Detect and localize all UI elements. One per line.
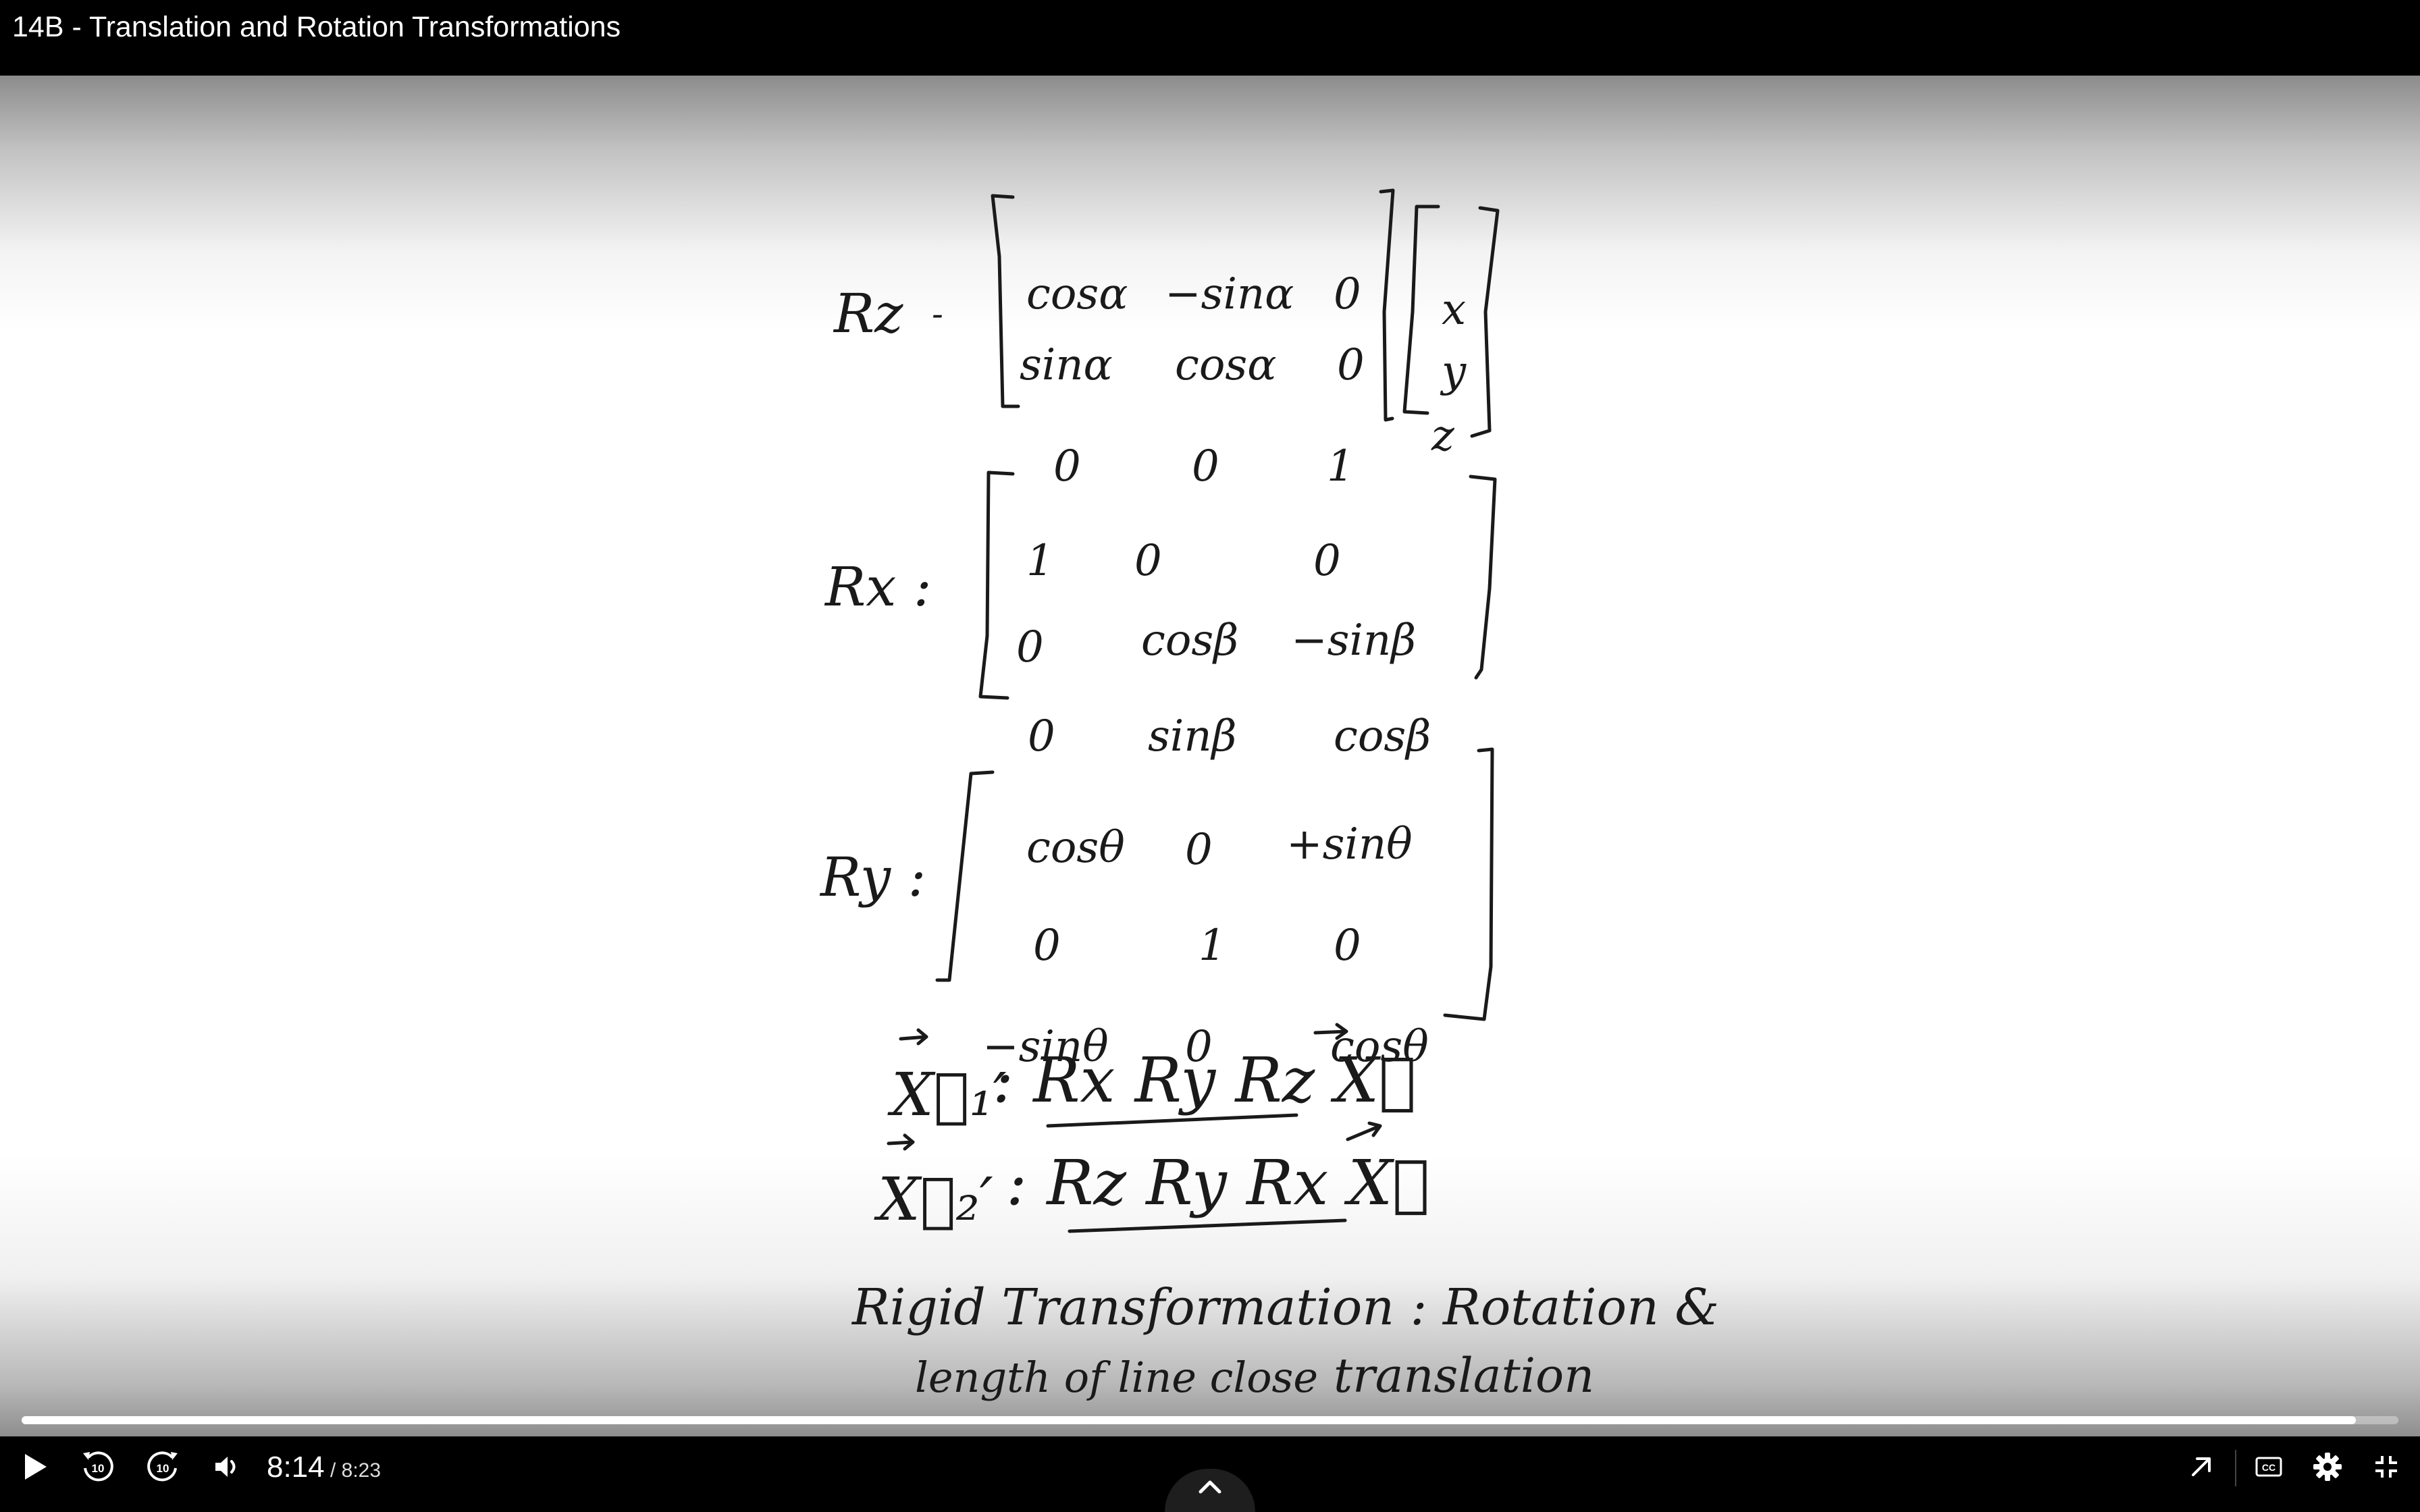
control-divider: [2235, 1450, 2236, 1486]
captions-button[interactable]: CC: [2242, 1436, 2296, 1497]
ry-left-bracket: [935, 770, 995, 982]
popout-arrow-icon: [2192, 1457, 2211, 1476]
rz-vec-z: z: [1431, 411, 1455, 461]
rz-label: Rz: [833, 282, 903, 345]
rz-r1c1: cosα: [1026, 269, 1128, 319]
progress-bar[interactable]: [22, 1416, 2398, 1424]
rx-right-bracket: [1469, 475, 1497, 680]
total-time: 8:23: [341, 1459, 382, 1482]
ry-r2c1: 0: [1033, 921, 1061, 971]
rz-r3c1: 0: [1053, 441, 1081, 491]
eq2-lhs-arrow: [887, 1133, 915, 1151]
eq1-underline: [1046, 1113, 1298, 1128]
forward-10-button[interactable]: 10: [132, 1436, 193, 1497]
svg-text:10: 10: [157, 1462, 169, 1475]
rz-r1c3: 0: [1334, 269, 1361, 319]
ry-r2c2: 1: [1199, 921, 1226, 971]
volume-button[interactable]: [200, 1436, 254, 1497]
rz-vector-left-bracket: [1402, 205, 1440, 415]
rx-r2c1: 0: [1016, 622, 1044, 672]
rz-vec-y: y: [1440, 347, 1467, 397]
svg-text:CC: CC: [2262, 1462, 2276, 1473]
eq2-rhs: : Rz Ry Rx X⃗: [1006, 1147, 1429, 1219]
rz-r1c2: −sinα: [1165, 269, 1294, 319]
rz-left-bracket: [991, 194, 1020, 408]
rz-r3c2: 0: [1192, 441, 1219, 491]
svg-text:10: 10: [92, 1462, 105, 1475]
rx-r1c1: 1: [1026, 536, 1054, 586]
rx-r2c2: cosβ: [1141, 616, 1238, 666]
whiteboard-content: Rz - cosα −sinα 0 sinα cosα 0 0 0 1 x y …: [819, 188, 1719, 1403]
note-line-2: length of line close: [915, 1353, 1318, 1402]
rx-r3c2: sinβ: [1148, 711, 1237, 761]
rx-left-bracket: [978, 470, 1015, 700]
rz-r2c1: sinα: [1020, 340, 1113, 390]
rx-r1c2: 0: [1134, 536, 1162, 586]
settings-button[interactable]: [2300, 1436, 2355, 1497]
rx-r1c3: 0: [1313, 536, 1341, 586]
rewind-10-icon: 10: [83, 1451, 113, 1482]
rx-label: Rx :: [824, 556, 932, 618]
eq2-underline: [1068, 1218, 1347, 1233]
current-time: 8:14: [267, 1451, 325, 1484]
volume-icon: [215, 1457, 236, 1477]
ry-r1c2: 0: [1185, 825, 1213, 875]
forward-10-icon: 10: [147, 1451, 178, 1482]
note-line-1: Rigid Transformation : Rotation &: [851, 1278, 1719, 1336]
ry-label: Ry :: [819, 846, 926, 909]
eq1-lhs: X⃗₁′: [887, 1060, 1007, 1129]
video-title: 14B - Translation and Rotation Transform…: [12, 11, 621, 43]
eq2-lhs: X⃗₂′: [874, 1164, 993, 1234]
gear-icon: [2313, 1453, 2342, 1481]
rewind-10-button[interactable]: 10: [68, 1436, 128, 1497]
chevron-up-icon: [1199, 1480, 1221, 1494]
rx-r3c3: cosβ: [1334, 711, 1431, 761]
rz-vec-x: x: [1442, 285, 1466, 335]
rz-r3c3: 1: [1327, 441, 1354, 491]
video-frame[interactable]: Rz - cosα −sinα 0 sinα cosα 0 0 0 1 x y …: [0, 76, 2420, 1436]
eq1-lhs-arrow: [899, 1028, 928, 1046]
time-display: 8:14 / 8:23: [267, 1447, 381, 1491]
closed-captions-icon: CC: [2255, 1457, 2282, 1477]
note-line-3: translation: [1334, 1348, 1594, 1403]
exit-fullscreen-button[interactable]: [2359, 1436, 2413, 1497]
ry-r2c3: 0: [1334, 921, 1361, 971]
rz-r2c3: 0: [1337, 340, 1365, 390]
exit-fullscreen-icon: [2375, 1456, 2397, 1478]
eq2-rhs-arrow: [1346, 1121, 1382, 1141]
play-icon: [25, 1454, 47, 1480]
time-separator: /: [324, 1459, 342, 1482]
popout-button[interactable]: [2174, 1436, 2228, 1497]
ry-r1c1: cosθ: [1026, 823, 1125, 873]
rz-right-bracket: [1379, 188, 1395, 422]
rz-r2c2: cosα: [1175, 340, 1276, 390]
title-bar: 14B - Translation and Rotation Transform…: [0, 0, 2420, 76]
play-button[interactable]: [8, 1436, 62, 1497]
ry-r1c3: +sinθ: [1286, 819, 1413, 869]
rx-r2c3: −sinβ: [1291, 616, 1416, 666]
rz-equals: -: [932, 294, 943, 333]
ry-right-bracket: [1443, 747, 1494, 1021]
rx-r3c1: 0: [1028, 711, 1055, 761]
eq1-rhs: : Rx Ry Rz X⃗: [993, 1044, 1416, 1116]
rz-vector-right-bracket: [1470, 206, 1500, 438]
progress-fill: [22, 1416, 2356, 1424]
